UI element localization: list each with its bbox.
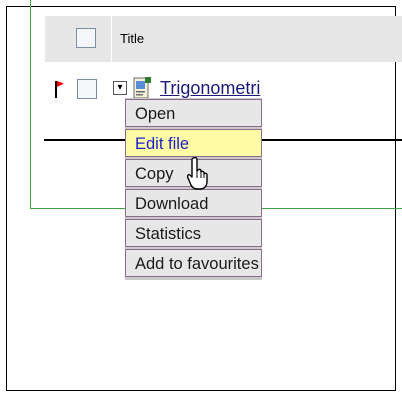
expand-toggle-icon[interactable]: ▾	[113, 81, 127, 95]
menu-item-copy[interactable]: Copy	[125, 159, 262, 187]
header-column-divider	[111, 16, 112, 62]
document-icon	[133, 77, 151, 99]
flag-icon	[55, 81, 64, 98]
menu-item-edit-file[interactable]: Edit file	[125, 129, 262, 157]
context-menu: Open Edit file Copy Download Statistics …	[125, 98, 262, 280]
column-header-title[interactable]: Title	[120, 31, 144, 46]
menu-item-download[interactable]: Download	[125, 189, 262, 217]
file-title-link[interactable]: Trigonometri	[160, 78, 340, 99]
list-header-row	[45, 16, 402, 62]
row-select-checkbox[interactable]	[77, 79, 97, 99]
select-all-checkbox[interactable]	[76, 28, 96, 48]
menu-item-statistics[interactable]: Statistics	[125, 219, 262, 247]
menu-item-open[interactable]: Open	[125, 99, 262, 127]
menu-item-add-to-favourites[interactable]: Add to favourites	[125, 249, 262, 277]
